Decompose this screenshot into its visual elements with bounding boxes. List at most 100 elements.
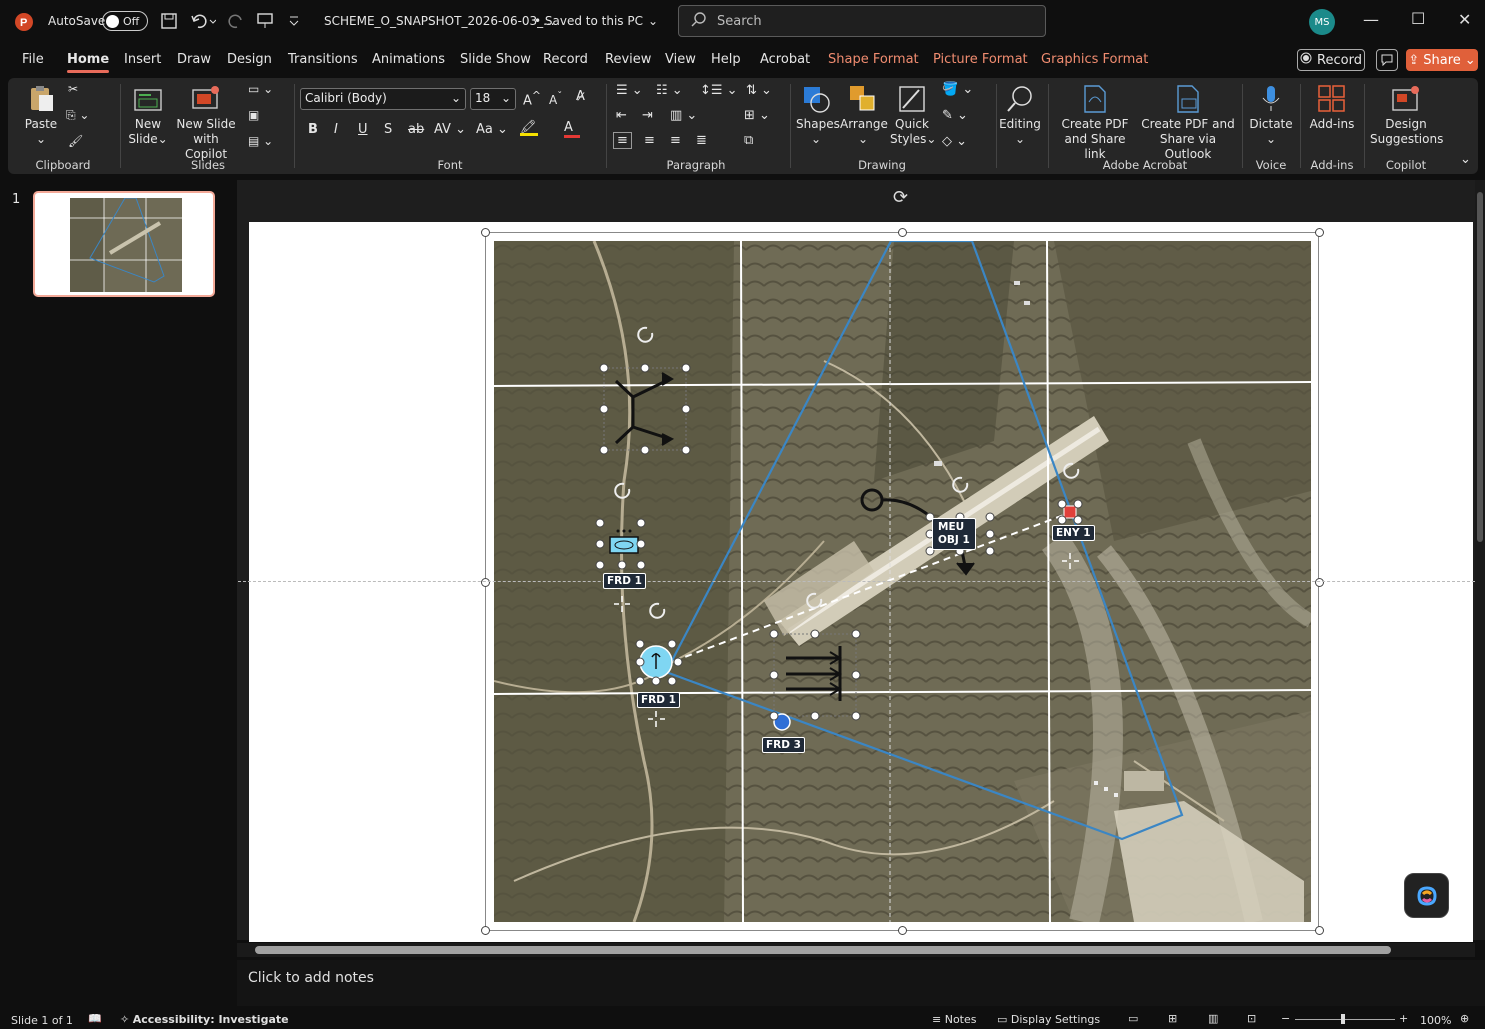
slide-show-icon[interactable]: ⊡ xyxy=(1247,1012,1256,1025)
frd1-unit-symbol[interactable] xyxy=(639,645,673,727)
resize-handle[interactable] xyxy=(898,228,907,237)
autosave-toggle[interactable]: Off xyxy=(102,11,148,31)
present-icon[interactable] xyxy=(256,12,274,30)
resize-handle[interactable] xyxy=(1315,926,1324,935)
maximize-icon[interactable]: ☐ xyxy=(1411,9,1425,28)
new-slide-copilot-button[interactable]: New Slide with Copilot xyxy=(171,84,241,162)
zoom-slider-thumb[interactable] xyxy=(1341,1014,1345,1024)
section-icon[interactable]: ▤ ⌄ xyxy=(248,134,273,149)
undo-icon[interactable] xyxy=(190,12,216,30)
resize-handle[interactable] xyxy=(1315,228,1324,237)
paste-button[interactable]: Paste ⌄ xyxy=(22,84,60,147)
char-spacing-button[interactable]: AV ⌄ xyxy=(434,122,466,137)
font-family-select[interactable]: Calibri (Body) ⌄ xyxy=(300,88,466,110)
new-slide-button[interactable]: New Slide⌄ xyxy=(128,84,168,147)
horizontal-scroll-thumb[interactable] xyxy=(255,946,1391,954)
meu-obj-label[interactable]: MEU OBJ 1 xyxy=(932,518,976,550)
share-button[interactable]: ⇪ Share ⌄ xyxy=(1406,49,1478,71)
increase-indent-icon[interactable]: ⇥ xyxy=(642,108,653,123)
copilot-button[interactable] xyxy=(1404,873,1449,918)
zoom-level[interactable]: 100% xyxy=(1420,1014,1451,1027)
vertical-scrollbar[interactable] xyxy=(1475,180,1485,940)
underline-button[interactable]: U xyxy=(358,122,368,137)
tab-picture-format[interactable]: Picture Format xyxy=(933,52,1028,67)
tab-design[interactable]: Design xyxy=(227,52,272,67)
strikethrough-button[interactable]: ab xyxy=(408,122,424,137)
align-right-icon[interactable]: ≡ xyxy=(670,133,681,148)
zoom-slider[interactable] xyxy=(1295,1014,1395,1024)
search-box[interactable]: Search xyxy=(678,5,1046,37)
accessibility-button[interactable]: ✧ Accessibility: Investigate xyxy=(120,1013,289,1026)
redo-icon[interactable] xyxy=(227,12,245,30)
spelling-icon[interactable]: 📖 xyxy=(88,1012,102,1025)
numbering-icon[interactable]: ☷ ⌄ xyxy=(656,83,683,98)
shapes-button[interactable]: Shapes ⌄ xyxy=(796,84,840,147)
arrange-button[interactable]: Arrange ⌄ xyxy=(840,84,888,147)
resize-handle[interactable] xyxy=(898,926,907,935)
notes-button[interactable]: ≡ Notes xyxy=(932,1013,977,1026)
close-icon[interactable]: ✕ xyxy=(1458,10,1471,29)
create-pdf-share-link-button[interactable]: Create PDF and Share link xyxy=(1054,84,1136,162)
copy-icon[interactable]: ⎘ ⌄ xyxy=(66,108,89,123)
tab-view[interactable]: View xyxy=(665,52,696,67)
bypass-arrow-symbol[interactable] xyxy=(603,367,687,451)
layout-icon[interactable]: ▭ ⌄ xyxy=(248,82,273,97)
ribbon-collapse-chevron-icon[interactable]: ⌄ xyxy=(1460,152,1471,167)
grow-font-button[interactable]: A^ xyxy=(523,89,541,108)
tab-file[interactable]: File xyxy=(22,52,44,67)
dictate-button[interactable]: Dictate ⌄ xyxy=(1248,84,1294,147)
shrink-font-button[interactable]: Aˇ xyxy=(549,91,562,107)
shape-fill-icon[interactable]: 🪣 ⌄ xyxy=(942,82,973,97)
tab-acrobat[interactable]: Acrobat xyxy=(760,52,810,67)
tab-transitions[interactable]: Transitions xyxy=(288,52,358,67)
shadow-button[interactable]: S xyxy=(384,122,392,137)
rotate-handle-icon[interactable]: ⟳ xyxy=(893,187,908,208)
justify-icon[interactable]: ≣ xyxy=(696,133,707,148)
text-direction-icon[interactable]: ⇅ ⌄ xyxy=(746,83,772,98)
notes-pane[interactable]: Click to add notes xyxy=(237,960,1485,1006)
align-center-icon[interactable]: ≡ xyxy=(644,133,655,148)
reset-icon[interactable]: ▣ xyxy=(248,108,259,123)
zoom-out-icon[interactable]: − xyxy=(1281,1012,1290,1025)
customize-qat-icon[interactable] xyxy=(288,12,300,30)
tab-home[interactable]: Home xyxy=(67,52,110,73)
tab-animations[interactable]: Animations xyxy=(372,52,445,67)
font-color-icon[interactable]: A xyxy=(564,120,580,138)
eny1-label[interactable]: ENY 1 xyxy=(1052,525,1095,541)
align-left-icon[interactable]: ≡ xyxy=(613,132,632,149)
tab-insert[interactable]: Insert xyxy=(124,52,161,67)
shape-effects-icon[interactable]: ◇ ⌄ xyxy=(942,134,967,149)
minimize-icon[interactable]: — xyxy=(1363,10,1379,29)
user-avatar[interactable]: MS xyxy=(1309,9,1335,35)
frd1-label[interactable]: FRD 1 xyxy=(637,692,680,708)
tab-draw[interactable]: Draw xyxy=(177,52,211,67)
tab-slide-show[interactable]: Slide Show xyxy=(460,52,531,67)
clear-format-icon[interactable]: A̷ xyxy=(576,89,585,104)
frd1-top-label[interactable]: FRD 1 xyxy=(603,573,646,589)
zoom-in-icon[interactable]: + xyxy=(1399,1012,1408,1025)
vertical-scroll-thumb[interactable] xyxy=(1477,192,1483,542)
display-settings-button[interactable]: ▭ Display Settings xyxy=(997,1013,1100,1026)
support-by-fire-symbol[interactable] xyxy=(773,633,857,717)
tab-help[interactable]: Help xyxy=(711,52,741,67)
highlight-color-icon[interactable]: 🖍 xyxy=(520,120,538,136)
fit-slide-icon[interactable]: ⊕ xyxy=(1460,1012,1469,1025)
frd3-label[interactable]: FRD 3 xyxy=(762,737,805,753)
save-icon[interactable] xyxy=(160,12,178,30)
cut-icon[interactable]: ✂ xyxy=(68,82,78,97)
tab-review[interactable]: Review xyxy=(605,52,651,67)
smartart-icon[interactable]: ⧉ xyxy=(744,133,753,148)
font-size-select[interactable]: 18 ⌄ xyxy=(470,88,516,110)
resize-handle[interactable] xyxy=(481,578,490,587)
resize-handle[interactable] xyxy=(481,926,490,935)
normal-view-icon[interactable]: ▭ xyxy=(1128,1012,1138,1025)
line-spacing-icon[interactable]: ↕☰ ⌄ xyxy=(700,83,738,98)
bullets-icon[interactable]: ☰ ⌄ xyxy=(616,83,643,98)
slide-thumbnail-1[interactable] xyxy=(33,191,215,297)
add-ins-button[interactable]: Add-ins xyxy=(1306,84,1358,132)
align-text-icon[interactable]: ⊞ ⌄ xyxy=(744,108,770,123)
frd1-armor-unit-symbol[interactable] xyxy=(609,529,639,613)
change-case-button[interactable]: Aa ⌄ xyxy=(476,122,508,137)
shape-outline-icon[interactable]: ✎ ⌄ xyxy=(942,108,968,123)
format-painter-icon[interactable]: 🖌 xyxy=(68,134,83,149)
